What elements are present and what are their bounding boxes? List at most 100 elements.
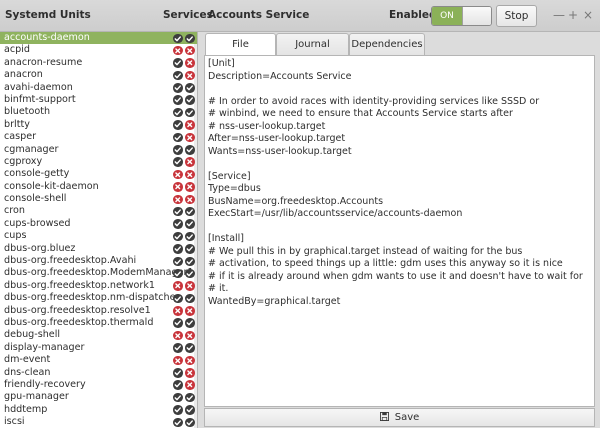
unit-row[interactable]: cups: [0, 230, 197, 242]
unit-row[interactable]: display-manager: [0, 342, 197, 354]
unit-row[interactable]: dbus-org.freedesktop.Avahi: [0, 255, 197, 267]
unit-row[interactable]: console-kit-daemon: [0, 181, 197, 193]
enabled-status-check-icon: [173, 318, 183, 328]
active-status-cross-icon: [185, 169, 195, 180]
active-status-check-icon: [185, 256, 195, 267]
active-status-cross-icon: [185, 368, 195, 378]
enabled-status-check-icon: [173, 231, 183, 242]
unit-list[interactable]: accounts-daemon acpid anacron-resume anacro…: [0, 32, 198, 428]
unit-name: cups: [4, 230, 27, 242]
unit-row[interactable]: hddtemp: [0, 404, 197, 416]
active-status-cross-icon: [185, 45, 195, 56]
maximize-icon[interactable]: +: [566, 8, 580, 22]
enabled-status-check-icon: [173, 219, 183, 229]
stop-button[interactable]: Stop: [496, 5, 537, 27]
unit-row[interactable]: bluetooth: [0, 106, 197, 118]
unit-name: gpu-manager: [4, 391, 69, 403]
unit-row[interactable]: iscsi: [0, 416, 197, 428]
tab-dependencies[interactable]: Dependencies: [349, 33, 425, 55]
unit-row[interactable]: acpid: [0, 44, 197, 56]
unit-row[interactable]: dbus-org.bluez: [0, 243, 197, 255]
unit-row[interactable]: dbus-org.freedesktop.ModemManager1: [0, 267, 197, 279]
enabled-status-cross-icon: [173, 45, 183, 56]
enabled-status-check-icon: [173, 206, 183, 217]
unit-row[interactable]: avahi-daemon: [0, 82, 197, 94]
enabled-status-check-icon: [173, 95, 183, 105]
save-button[interactable]: Save: [204, 408, 595, 427]
active-status-check-icon: [185, 231, 195, 242]
minimize-icon[interactable]: —: [552, 8, 566, 22]
unit-row[interactable]: cron: [0, 205, 197, 217]
unit-row[interactable]: dm-event: [0, 354, 197, 366]
unit-name: debug-shell: [4, 329, 61, 341]
unit-row[interactable]: accounts-daemon: [0, 32, 197, 45]
unit-name: binfmt-support: [4, 93, 76, 105]
active-status-check-icon: [185, 83, 195, 93]
unit-row[interactable]: gpu-manager: [0, 391, 197, 403]
tab-file[interactable]: File: [205, 33, 276, 56]
unit-row[interactable]: cups-browsed: [0, 218, 197, 230]
unit-name: console-kit-daemon: [4, 180, 99, 192]
unit-name: anacron-resume: [4, 56, 83, 68]
unit-name: iscsi: [4, 416, 25, 428]
unit-name: dbus-org.freedesktop.resolve1: [4, 304, 151, 316]
active-status-cross-icon: [185, 194, 195, 205]
enabled-status-check-icon: [173, 368, 183, 378]
unit-row[interactable]: dbus-org.freedesktop.resolve1: [0, 305, 197, 317]
unit-row[interactable]: binfmt-support: [0, 94, 197, 106]
unit-name: dbus-org.bluez: [4, 242, 76, 254]
active-status-check-icon: [185, 293, 195, 304]
close-icon[interactable]: ×: [581, 8, 595, 22]
unit-row[interactable]: cgmanager: [0, 144, 197, 156]
tab-journal[interactable]: Journal: [276, 33, 349, 55]
enabled-status-check-icon: [173, 343, 183, 353]
enabled-status-check-icon: [173, 157, 183, 167]
active-status-check-icon: [185, 107, 195, 118]
enabled-status-check-icon: [173, 120, 183, 130]
unit-row[interactable]: dbus-org.freedesktop.network1: [0, 280, 197, 292]
active-status-check-icon: [185, 268, 195, 279]
unit-row[interactable]: casper: [0, 131, 197, 143]
unit-name: cron: [4, 205, 25, 217]
active-status-cross-icon: [185, 120, 195, 130]
unit-row[interactable]: anacron: [0, 69, 197, 81]
enabled-status-check-icon: [173, 132, 183, 143]
units-header: Systemd Units: [5, 9, 91, 21]
enabled-status-check-icon: [173, 268, 183, 279]
unit-row[interactable]: brltty: [0, 119, 197, 131]
active-status-check-icon: [185, 405, 195, 415]
enabled-status-check-icon: [173, 293, 183, 304]
save-label: Save: [394, 412, 420, 423]
save-icon: [379, 412, 389, 421]
active-status-check-icon: [185, 392, 195, 403]
unit-row[interactable]: dbus-org.freedesktop.nm-dispatcher: [0, 292, 197, 304]
enabled-status-cross-icon: [173, 169, 183, 180]
unit-name: accounts-daemon: [4, 32, 90, 43]
unit-row[interactable]: cgproxy: [0, 156, 197, 168]
file-content-area[interactable]: [Unit] Description=Accounts Service # In…: [204, 55, 595, 407]
title-bar: Systemd Units Services Accounts Service …: [0, 0, 600, 32]
unit-row[interactable]: console-getty: [0, 168, 197, 180]
unit-file-text[interactable]: [Unit] Description=Accounts Service # In…: [208, 58, 593, 308]
unit-name: console-getty: [4, 168, 70, 180]
enabled-status-check-icon: [173, 107, 183, 118]
enabled-status-check-icon: [173, 58, 183, 68]
unit-row[interactable]: debug-shell: [0, 329, 197, 341]
unit-row[interactable]: anacron-resume: [0, 57, 197, 69]
active-status-check-icon: [185, 219, 195, 229]
unit-row[interactable]: friendly-recovery: [0, 379, 197, 391]
enabled-status-check-icon: [173, 33, 183, 43]
unit-row[interactable]: dbus-org.freedesktop.thermald: [0, 317, 197, 329]
enabled-toggle[interactable]: ON: [431, 6, 492, 26]
unit-name: console-shell: [4, 193, 67, 205]
enabled-status-check-icon: [173, 145, 183, 155]
enabled-status-cross-icon: [173, 281, 183, 291]
active-status-check-icon: [185, 33, 195, 43]
enabled-status-cross-icon: [173, 194, 183, 205]
active-status-check-icon: [185, 343, 195, 353]
unit-row[interactable]: dns-clean: [0, 367, 197, 379]
active-status-check-icon: [185, 95, 195, 105]
enabled-status-check-icon: [173, 417, 183, 428]
active-status-check-icon: [185, 206, 195, 217]
unit-row[interactable]: console-shell: [0, 193, 197, 205]
